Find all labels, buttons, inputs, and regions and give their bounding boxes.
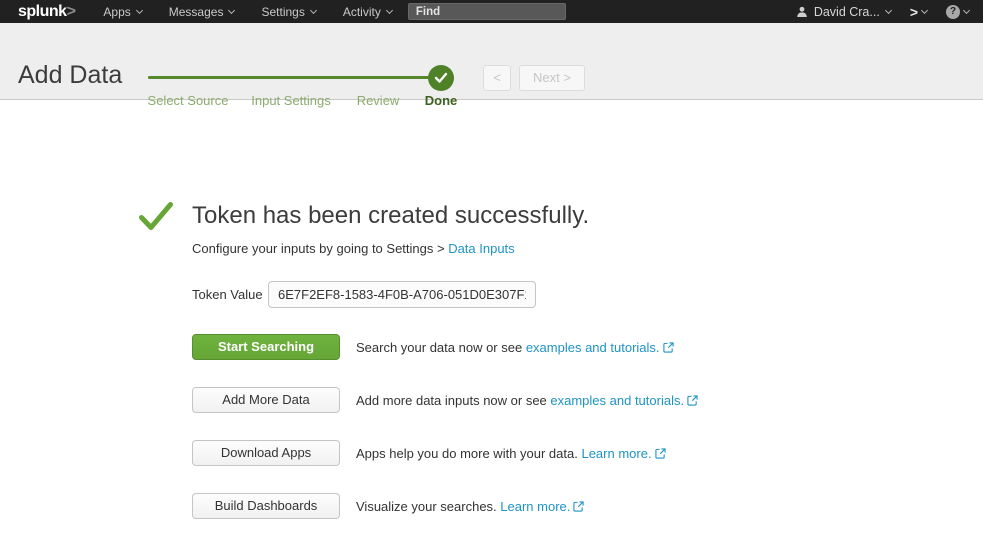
configure-hint-text: Configure your inputs by going to Settin… — [192, 241, 448, 256]
wizard-header: Add Data Select Source Input Settings Re… — [0, 23, 983, 100]
help-menu[interactable]: ? — [946, 5, 969, 19]
find-search-input[interactable] — [408, 3, 566, 20]
build-dashboards-desc: Visualize your searches. Learn more. — [356, 499, 584, 514]
examples-tutorials-link[interactable]: examples and tutorials. — [550, 393, 684, 408]
external-link-icon — [655, 448, 666, 459]
wizard-step-input-settings[interactable]: Input Settings — [251, 93, 331, 108]
examples-tutorials-link[interactable]: examples and tutorials. — [526, 340, 660, 355]
nav-settings-label: Settings — [261, 5, 304, 19]
configure-hint: Configure your inputs by going to Settin… — [192, 241, 515, 256]
add-more-data-desc: Add more data inputs now or see examples… — [356, 393, 698, 408]
token-value-label: Token Value — [192, 287, 263, 302]
wizard-step-done: Done — [425, 93, 458, 108]
gt-icon: > — [910, 4, 918, 20]
splunk-logo-text: splunk — [18, 3, 67, 20]
console-menu[interactable]: > — [910, 4, 927, 20]
external-link-icon — [687, 395, 698, 406]
nav-messages-label: Messages — [169, 5, 224, 19]
add-more-data-desc-text: Add more data inputs now or see — [356, 393, 550, 408]
external-link-icon — [573, 501, 584, 512]
download-apps-desc: Apps help you do more with your data. Le… — [356, 446, 666, 461]
chevron-down-icon — [885, 6, 892, 13]
start-searching-desc: Search your data now or see examples and… — [356, 340, 674, 355]
top-app-bar: splunk> Apps Messages Settings Activity … — [0, 0, 983, 23]
learn-more-link[interactable]: Learn more. — [500, 499, 570, 514]
success-title: Token has been created successfully. — [192, 202, 589, 230]
chevron-down-icon — [386, 6, 393, 13]
nav-apps[interactable]: Apps — [103, 5, 141, 19]
chevron-down-icon — [310, 6, 317, 13]
external-link-icon — [663, 342, 674, 353]
build-dashboards-desc-text: Visualize your searches. — [356, 499, 500, 514]
help-icon: ? — [946, 5, 960, 19]
chevron-down-icon — [921, 6, 928, 13]
token-value-field[interactable] — [268, 281, 536, 308]
download-apps-desc-text: Apps help you do more with your data. — [356, 446, 581, 461]
splunk-logo[interactable]: splunk> — [18, 0, 75, 23]
chevron-down-icon — [228, 6, 235, 13]
nav-activity-label: Activity — [343, 5, 381, 19]
learn-more-link[interactable]: Learn more. — [581, 446, 651, 461]
chevron-down-icon — [963, 6, 970, 13]
data-inputs-link[interactable]: Data Inputs — [448, 241, 515, 256]
wizard-step-select-source[interactable]: Select Source — [148, 93, 229, 108]
topbar-right-cluster: David Cra... > ? — [796, 4, 969, 20]
nav-settings[interactable]: Settings — [261, 5, 315, 19]
splunk-logo-chevron: > — [67, 3, 76, 20]
check-icon — [434, 72, 448, 84]
user-menu[interactable]: David Cra... — [796, 5, 891, 19]
start-searching-button[interactable]: Start Searching — [192, 334, 340, 360]
wizard-done-circle — [428, 65, 454, 91]
nav-apps-label: Apps — [103, 5, 130, 19]
wizard-step-review[interactable]: Review — [357, 93, 400, 108]
top-nav: Apps Messages Settings Activity — [103, 5, 391, 19]
download-apps-button[interactable]: Download Apps — [192, 440, 340, 466]
back-button[interactable]: < — [483, 65, 511, 91]
chevron-down-icon — [136, 6, 143, 13]
success-check-icon — [138, 201, 174, 233]
wizard-progress-line — [148, 76, 441, 79]
nav-activity[interactable]: Activity — [343, 5, 392, 19]
nav-messages[interactable]: Messages — [169, 5, 235, 19]
start-searching-desc-text: Search your data now or see — [356, 340, 526, 355]
page-title: Add Data — [18, 61, 122, 90]
user-name-label: David Cra... — [814, 5, 880, 19]
build-dashboards-button[interactable]: Build Dashboards — [192, 493, 340, 519]
add-more-data-button[interactable]: Add More Data — [192, 387, 340, 413]
user-icon — [796, 6, 808, 18]
next-button[interactable]: Next > — [519, 65, 585, 91]
